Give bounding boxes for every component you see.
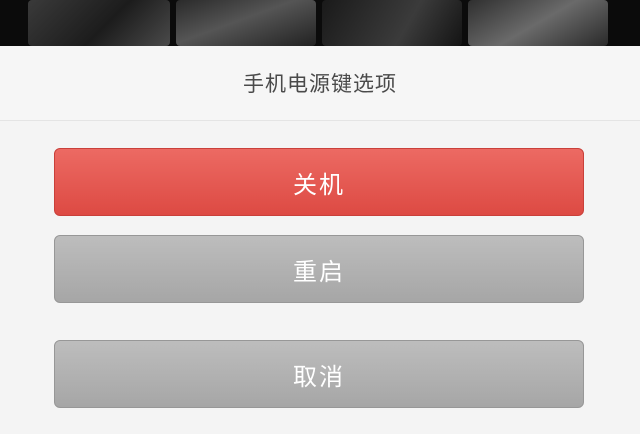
background-thumbnail: [322, 0, 462, 46]
sheet-header: 手机电源键选项: [0, 46, 640, 121]
restart-button-label: 重启: [293, 257, 345, 286]
background-video-strip: [0, 0, 640, 46]
power-options-sheet: 手机电源键选项 关机 重启 取消: [0, 46, 640, 434]
background-thumbnail: [468, 0, 608, 46]
restart-button[interactable]: 重启: [54, 235, 584, 303]
cancel-button-label: 取消: [293, 362, 345, 391]
background-thumbnail: [28, 0, 170, 46]
shutdown-button-label: 关机: [293, 170, 345, 199]
cancel-button[interactable]: 取消: [54, 340, 584, 408]
background-thumbnail: [176, 0, 316, 46]
sheet-title: 手机电源键选项: [243, 72, 397, 96]
shutdown-button[interactable]: 关机: [54, 148, 584, 216]
